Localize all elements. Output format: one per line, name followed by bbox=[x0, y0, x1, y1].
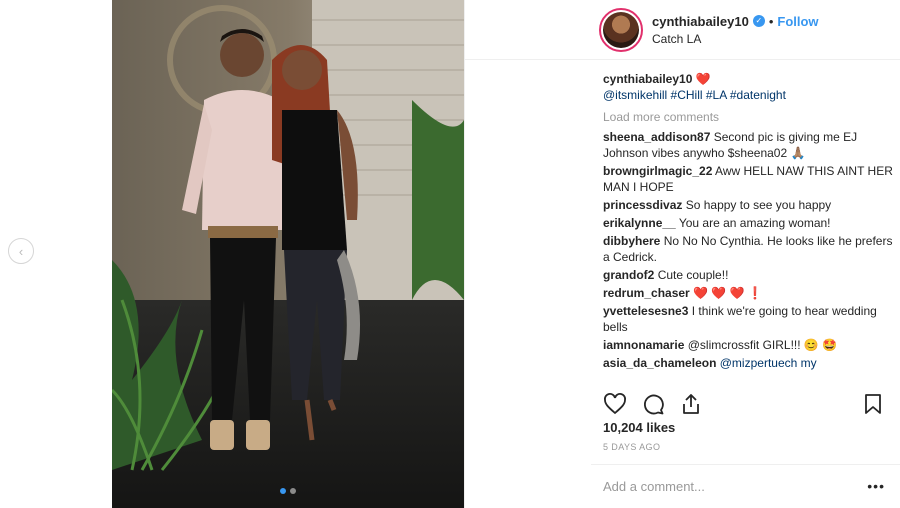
comment-username[interactable]: yvettelesesne3 bbox=[603, 304, 688, 318]
comment-item: dibbyhere No No No Cynthia. He looks lik… bbox=[603, 233, 895, 265]
comment-username[interactable]: erikalynne__ bbox=[603, 216, 676, 230]
add-comment-bar: ••• bbox=[591, 464, 900, 508]
comment-username[interactable]: redrum_chaser bbox=[603, 286, 690, 300]
verified-check-icon: ✓ bbox=[752, 15, 765, 27]
comment-item: asia_da_chameleon @mizpertuech my bbox=[603, 355, 895, 371]
comment-text: @slimcrossfit GIRL!!! 😊 🤩 bbox=[687, 338, 838, 352]
comment-icon[interactable] bbox=[641, 392, 665, 416]
avatar-image bbox=[603, 11, 639, 48]
comment-username[interactable]: iamnonamarie bbox=[603, 338, 684, 352]
post-location[interactable]: Catch LA bbox=[652, 32, 819, 46]
comments-section[interactable]: cynthiabailey10 ❤️ @itsmikehill #CHill #… bbox=[603, 71, 895, 385]
author-row: cynthiabailey10 ✓ • Follow bbox=[652, 14, 819, 29]
bookmark-icon[interactable] bbox=[861, 392, 885, 416]
comment-item: iamnonamarie @slimcrossfit GIRL!!! 😊 🤩 bbox=[603, 337, 895, 353]
comment-item: princessdivaz So happy to see you happy bbox=[603, 197, 895, 213]
comment-item: redrum_chaser ❤️ ❤️ ❤️ ❗ bbox=[603, 285, 895, 301]
carousel-dot[interactable] bbox=[290, 488, 296, 494]
post-timestamp[interactable]: 5 DAYS AGO bbox=[603, 442, 660, 452]
comment-username[interactable]: sheena_addison87 bbox=[603, 130, 710, 144]
author-info: cynthiabailey10 ✓ • Follow Catch LA bbox=[652, 14, 819, 46]
comment-username[interactable]: princessdivaz bbox=[603, 198, 682, 212]
comment-text: So happy to see you happy bbox=[685, 198, 832, 212]
header-separator: • bbox=[768, 13, 774, 29]
comment-username[interactable]: browngirlmagic_22 bbox=[603, 164, 712, 178]
comment-item: erikalynne__ You are an amazing woman! bbox=[603, 215, 895, 231]
carousel-dot-active bbox=[280, 488, 286, 494]
post-photo[interactable] bbox=[112, 0, 464, 508]
comment-text: Cute couple!! bbox=[657, 268, 729, 282]
likes-count[interactable]: 10,204 likes bbox=[603, 420, 675, 435]
comment-text: ❤️ ❤️ ❤️ ❗ bbox=[693, 286, 763, 300]
comment-item: browngirlmagic_22 Aww HELL NAW THIS AINT… bbox=[603, 163, 895, 195]
add-comment-input[interactable] bbox=[603, 479, 853, 494]
comment-item: grandof2 Cute couple!! bbox=[603, 267, 895, 283]
carousel-dots bbox=[280, 488, 296, 494]
post-side-panel: cynthiabailey10 ✓ • Follow Catch LA cynt… bbox=[464, 0, 900, 508]
load-more-comments-button[interactable]: Load more comments bbox=[603, 109, 895, 125]
comment-text: @mizpertuech my bbox=[719, 356, 817, 370]
comment-item: sheena_addison87 Second pic is giving me… bbox=[603, 129, 895, 161]
chevron-left-icon[interactable]: ‹ bbox=[8, 238, 34, 264]
comment-text: You are an amazing woman! bbox=[678, 216, 831, 230]
author-username[interactable]: cynthiabailey10 bbox=[652, 14, 749, 29]
photo-illustration bbox=[112, 0, 464, 508]
post-caption: cynthiabailey10 ❤️ @itsmikehill #CHill #… bbox=[603, 71, 895, 103]
more-options-icon[interactable]: ••• bbox=[867, 479, 885, 493]
caption-username[interactable]: cynthiabailey10 bbox=[603, 72, 692, 86]
instagram-post-page: ‹ cynthiabailey10 ✓ • Follow Catch LA cy… bbox=[0, 0, 900, 508]
comment-item: yvettelesesne3 I think we're going to he… bbox=[603, 303, 895, 335]
caption-emoji: ❤️ bbox=[695, 72, 711, 86]
follow-button[interactable]: Follow bbox=[777, 14, 818, 29]
comment-username[interactable]: grandof2 bbox=[603, 268, 654, 282]
comment-username[interactable]: dibbyhere bbox=[603, 234, 660, 248]
share-icon[interactable] bbox=[679, 392, 703, 416]
caption-tags[interactable]: @itsmikehill #CHill #LA #datenight bbox=[603, 88, 786, 102]
comment-username[interactable]: asia_da_chameleon bbox=[603, 356, 716, 370]
post-header: cynthiabailey10 ✓ • Follow Catch LA bbox=[465, 0, 900, 60]
heart-icon[interactable] bbox=[603, 392, 627, 416]
author-avatar[interactable] bbox=[599, 7, 643, 52]
post-actions bbox=[603, 392, 885, 416]
